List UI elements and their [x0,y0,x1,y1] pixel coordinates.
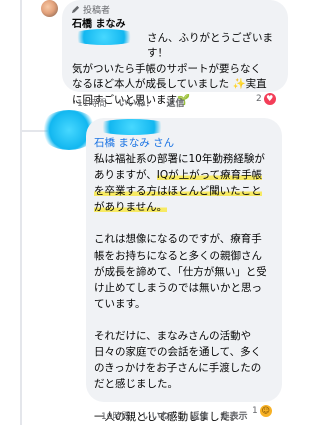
care-reaction-icon: ☺ [259,405,272,417]
comment-line: ています。 [94,297,146,310]
comment-actions: 10時間 いいね！ 返信 非表示 [101,409,248,422]
comment-line: 気がついたら手帳のサポートが要らなく [72,62,261,75]
comment-author[interactable]: 石橋 まなみ [72,15,125,30]
reaction-summary[interactable]: 2 ♥ [256,93,276,105]
comment-line: 帳をお持ちになると多くの親御さん [94,249,262,262]
comment-line: を卒業する方はほとんど聞いたこと [94,185,262,198]
comment-actions: 11時間 いいね！ 返信 [77,96,184,109]
mention-tail: さん、ふりがとうございます！ [147,32,273,60]
comment-mention[interactable]: 石橋 まなみ さん [94,135,174,150]
redacted-name [92,119,172,135]
comment-line: がありません。 [94,201,168,214]
hide-button[interactable]: 非表示 [220,409,247,422]
heart-reaction-icon: ♥ [263,93,276,105]
comment-text: 私は福祉系の部署に10年勤務経験が ありますが、IQが上がって療育手帳 を卒業す… [94,151,280,425]
comment-line: ありますが、IQが上がって療育手帳 [94,169,263,182]
reaction-summary[interactable]: 1 ☺ [252,405,272,417]
timestamp[interactable]: 11時間 [77,96,106,109]
comment-line: のきっかけをお子さんに手渡したの [94,362,262,375]
comment-line: が成長を諦めて、「仕方が無い」と受 [94,265,267,278]
comment-line: これは想像になるのですが、療育手 [94,233,262,246]
reply-button[interactable]: 返信 [166,96,184,109]
reply-button[interactable]: 返信 [190,409,208,422]
comment-line: け止めてしまうのでは無いかと思っ [94,281,262,294]
avatar[interactable] [41,0,58,17]
like-button[interactable]: いいね！ [142,409,178,422]
pen-icon [71,5,80,14]
comment-line: だと感じました。 [94,378,178,391]
reaction-count: 2 [256,94,262,104]
reaction-count: 1 [252,406,258,416]
sparkle-icon: ✨ [232,78,246,91]
comment-line: なるほど本人が成長していました ✨実直 [72,78,267,91]
comment-line: それだけに、まなみさんの活動や [94,330,252,343]
comment-line: 日々の家庭での会話を通して、多く [94,346,262,359]
timestamp[interactable]: 10時間 [101,409,130,422]
like-button[interactable]: いいね！ [118,96,154,109]
thread-line [20,0,22,425]
comment-line: 私は福祉系の部署に10年勤務経験が [94,153,265,165]
